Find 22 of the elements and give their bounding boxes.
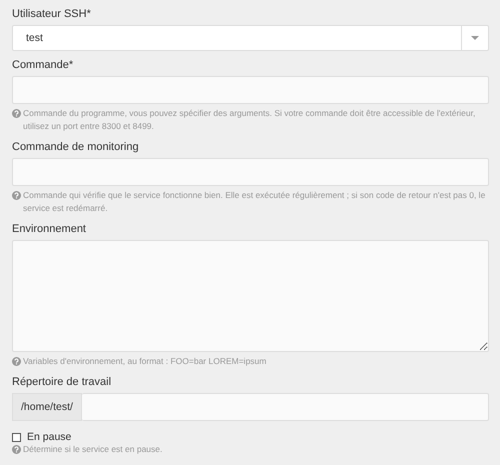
input-field[interactable] (12, 76, 489, 104)
input-field[interactable] (12, 158, 489, 186)
field-label: Environnement (12, 223, 87, 236)
question-icon (12, 191, 21, 200)
field-label: Commande de monitoring (12, 141, 140, 154)
caret-icon (471, 36, 479, 40)
help-text: Variables d'environnement, au format : FOO=bar LOREM=ipsum (23, 355, 268, 368)
question-icon (12, 357, 21, 366)
help-text: Commande du programme, vous pouvez spécifier des arguments. Si votre commande doit être accessible de l'extérieur, utilisez un port entre 8300 et 8499. (23, 107, 476, 133)
checkbox-label: En pause (27, 431, 72, 443)
question-icon (12, 109, 21, 118)
checkbox[interactable] (12, 432, 21, 442)
input-prefix: /home/test/ (12, 393, 82, 421)
field-label: Utilisateur SSH* (12, 8, 92, 21)
help-text: Commande qui vérifie que le service fonctionne bien. Elle est exécutée régulièrement ; si son code de retour n'est pas 0, le service est redémarré. (23, 189, 486, 215)
select-field[interactable]: test (12, 25, 489, 51)
field-label: Répertoire de travail (12, 376, 112, 389)
input-field[interactable] (82, 393, 489, 421)
text-area[interactable] (12, 240, 489, 352)
help-text: Détermine si le service est en pause. (23, 443, 164, 456)
question-icon (12, 445, 21, 454)
field-label: Commande* (12, 59, 74, 72)
